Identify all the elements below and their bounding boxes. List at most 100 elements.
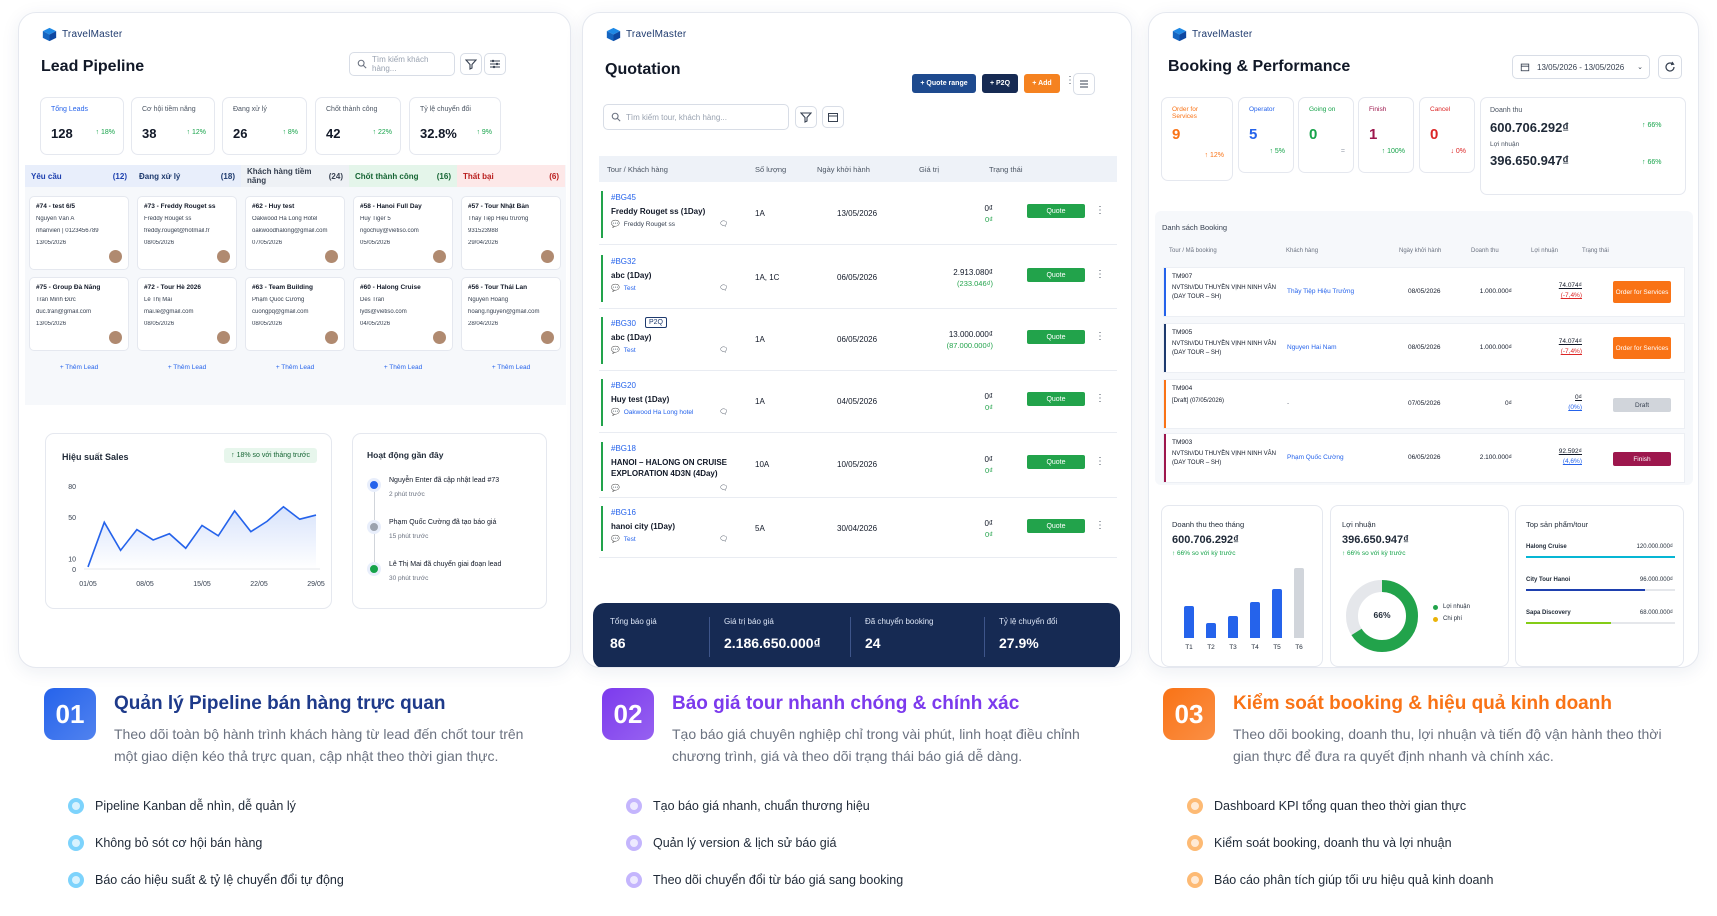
status-badge[interactable]: Quote xyxy=(1027,392,1085,406)
quotation-row[interactable]: #BG32 abc (1Day) 💬 Test 🗨 1A, 1C 06/05/2026 2.9… xyxy=(599,249,1117,309)
booking-row[interactable]: TM907 NVTSh//DU THUYỀN VỊNH NINH VÂN (DAY… xyxy=(1163,267,1685,317)
booking-kpi-card[interactable]: Operator 5 ↑ 5% xyxy=(1238,97,1294,173)
lead-card[interactable]: #72 - Tour Hè 2026 Lê Thị Mai mai.le@gmail… xyxy=(137,277,237,351)
lead-card[interactable]: #57 - Tour Nhật Bản Thầy Tiệp Hiệu trưởng… xyxy=(461,196,561,270)
settings-button[interactable] xyxy=(484,53,506,75)
quotation-row[interactable]: #BG20 Huy test (1Day) 💬 Oakwood Ha Long hot… xyxy=(599,373,1117,433)
add-button[interactable]: + Add xyxy=(1024,74,1060,93)
lead-card[interactable]: #60 - Halong Cruise Des Tran lyds@vietiso.… xyxy=(353,277,453,351)
chat-icon[interactable]: 💬 xyxy=(611,284,620,292)
add-lead-button[interactable]: + Thêm Lead xyxy=(457,364,565,371)
chat-icon[interactable]: 💬 xyxy=(611,484,620,492)
lead-card[interactable]: #62 - Huy test Oakwood Ha Long Hotel oakwo… xyxy=(245,196,345,270)
quote-code[interactable]: #BG20 xyxy=(611,381,636,390)
booking-kpi-card[interactable]: Going on 0 = xyxy=(1298,97,1354,173)
quote-code[interactable]: #BG16 xyxy=(611,508,636,517)
customer-name[interactable]: Thầy Tiệp Hiệu Trưởng xyxy=(1287,288,1354,295)
quotation-row[interactable]: #BG45 Freddy Rouget ss (1Day) 💬 Freddy Roug… xyxy=(599,185,1117,245)
quote-code[interactable]: #BG18 xyxy=(611,444,636,453)
brand-logo[interactable]: TravelMaster xyxy=(1171,27,1252,42)
row-menu-icon[interactable]: ⋮ xyxy=(1095,269,1105,280)
booking-row[interactable]: TM904 [Draft] (07/05/2026) - 07/05/2026 0₫ 0₫… xyxy=(1163,379,1685,429)
comment-icon[interactable]: 🗨 xyxy=(719,408,728,416)
date-range-picker[interactable]: 13/05/2026 - 13/05/2026 ⌄ xyxy=(1512,55,1650,79)
comment-icon[interactable]: 🗨 xyxy=(719,484,728,492)
quotation-row[interactable]: #BG18 HANOI – HALONG ON CRUISE EXPLORATIO… xyxy=(599,436,1117,498)
refresh-button[interactable] xyxy=(1658,55,1682,79)
customer-name[interactable]: Nguyen Hai Nam xyxy=(1287,344,1337,351)
row-menu-icon[interactable]: ⋮ xyxy=(1095,456,1105,467)
kpi-card[interactable]: Tỷ lệ chuyển đổi 32.8% ↑ 9% xyxy=(409,97,501,155)
booking-kpi-card[interactable]: Finish 1 ↑ 100% xyxy=(1358,97,1414,173)
booking-kpi-card[interactable]: Order for Services 9 ↑ 12% xyxy=(1161,97,1233,181)
revenue-bar[interactable] xyxy=(1206,623,1216,638)
filter-button[interactable] xyxy=(460,53,482,75)
status-badge[interactable]: Quote xyxy=(1027,204,1085,218)
lead-card[interactable]: #75 - Group Đà Nẵng Trần Minh Đức duc.tran… xyxy=(29,277,129,351)
kpi-card[interactable]: Đang xử lý 26 ↑ 8% xyxy=(222,97,307,155)
revenue-bar[interactable] xyxy=(1184,606,1194,638)
lead-card[interactable]: #74 - test 6/5 Nguyễn Văn A nhanvien | 012… xyxy=(29,196,129,270)
booking-code[interactable]: TM903 xyxy=(1172,439,1192,446)
kanban-column-header[interactable]: Yêu cầu (12) xyxy=(25,165,133,187)
activity-text[interactable]: Nguyễn Enter đã cập nhật lead #73 xyxy=(389,477,499,484)
status-badge[interactable]: Quote xyxy=(1027,268,1085,282)
quote-code[interactable]: #BG32 xyxy=(611,257,636,266)
booking-code[interactable]: TM904 xyxy=(1172,385,1192,392)
booking-code[interactable]: TM907 xyxy=(1172,273,1192,280)
kanban-column-header[interactable]: Đang xử lý (18) xyxy=(133,165,241,187)
status-badge[interactable]: Quote xyxy=(1027,330,1085,344)
product-name[interactable]: Sapa Discovery xyxy=(1526,610,1571,616)
status-badge[interactable]: Quote xyxy=(1027,455,1085,469)
list-view-button[interactable] xyxy=(1073,73,1095,95)
kpi-card[interactable]: Chốt thành công 42 ↑ 22% xyxy=(315,97,401,155)
revenue-bar[interactable] xyxy=(1228,616,1238,638)
revenue-bar[interactable] xyxy=(1294,568,1304,638)
add-lead-button[interactable]: + Thêm Lead xyxy=(241,364,349,371)
booking-kpi-card[interactable]: Cancel 0 ↓ 0% xyxy=(1419,97,1475,173)
search-input[interactable]: Tìm kiếm tour, khách hàng... xyxy=(603,104,789,130)
status-badge[interactable]: Order for Services xyxy=(1613,281,1671,303)
add-lead-button[interactable]: + Thêm Lead xyxy=(25,364,133,371)
status-badge[interactable]: Draft xyxy=(1613,398,1671,412)
quotation-row[interactable]: #BG30 P2Q abc (1Day) 💬 Test 🗨 1A 06/05/2026 13.0… xyxy=(599,311,1117,371)
product-name[interactable]: Halong Cruise xyxy=(1526,544,1567,550)
brand-logo[interactable]: TravelMaster xyxy=(605,27,686,42)
customer-name[interactable]: Phạm Quốc Cường xyxy=(1287,454,1344,461)
kanban-column-header[interactable]: Khách hàng tiềm năng (24) xyxy=(241,165,349,187)
brand-logo[interactable]: TravelMaster xyxy=(41,27,122,42)
lead-card[interactable]: #73 - Freddy Rouget ss Freddy Rouget ss fr… xyxy=(137,196,237,270)
filter-button[interactable] xyxy=(795,106,817,128)
p2q-button[interactable]: + P2Q xyxy=(982,74,1018,93)
activity-text[interactable]: Lê Thị Mai đã chuyển giai đoạn lead xyxy=(389,561,501,568)
status-badge[interactable]: Order for Services xyxy=(1613,337,1671,359)
customer-name[interactable]: - xyxy=(1287,400,1289,407)
quote-range-button[interactable]: + Quote range xyxy=(912,74,976,93)
lead-card[interactable]: #56 - Tour Thái Lan Nguyễn Hoàng hoang.ngu… xyxy=(461,277,561,351)
comment-icon[interactable]: 🗨 xyxy=(719,220,728,228)
row-menu-icon[interactable]: ⋮ xyxy=(1095,520,1105,531)
lead-card[interactable]: #63 - Team Building Phạm Quốc Cường cuongp… xyxy=(245,277,345,351)
quote-code[interactable]: #BG30 xyxy=(611,319,636,328)
row-menu-icon[interactable]: ⋮ xyxy=(1095,205,1105,216)
kanban-column-header[interactable]: Thất bại (6) xyxy=(457,165,565,187)
activity-text[interactable]: Phạm Quốc Cường đã tạo báo giá xyxy=(389,519,496,526)
kpi-card[interactable]: Tổng Leads 128 ↑ 18% xyxy=(40,97,124,155)
kpi-card[interactable]: Cơ hội tiềm năng 38 ↑ 12% xyxy=(131,97,215,155)
lead-card[interactable]: #58 - Hanoi Full Day Huy Tiger 5 ngochuy@v… xyxy=(353,196,453,270)
comment-icon[interactable]: 🗨 xyxy=(719,346,728,354)
row-menu-icon[interactable]: ⋮ xyxy=(1095,393,1105,404)
booking-code[interactable]: TM905 xyxy=(1172,329,1192,336)
calendar-button[interactable] xyxy=(822,106,844,128)
chat-icon[interactable]: 💬 xyxy=(611,346,620,354)
search-input[interactable]: Tìm kiếm khách hàng... xyxy=(349,52,455,76)
booking-row[interactable]: TM905 NVTSh//DU THUYỀN VỊNH NINH VÂN (DAY… xyxy=(1163,323,1685,373)
add-lead-button[interactable]: + Thêm Lead xyxy=(349,364,457,371)
chat-icon[interactable]: 💬 xyxy=(611,408,620,416)
chat-icon[interactable]: 💬 xyxy=(611,220,620,228)
status-badge[interactable]: Quote xyxy=(1027,519,1085,533)
status-badge[interactable]: Finish xyxy=(1613,452,1671,466)
add-lead-button[interactable]: + Thêm Lead xyxy=(133,364,241,371)
comment-icon[interactable]: 🗨 xyxy=(719,284,728,292)
product-name[interactable]: City Tour Hanoi xyxy=(1526,577,1570,583)
